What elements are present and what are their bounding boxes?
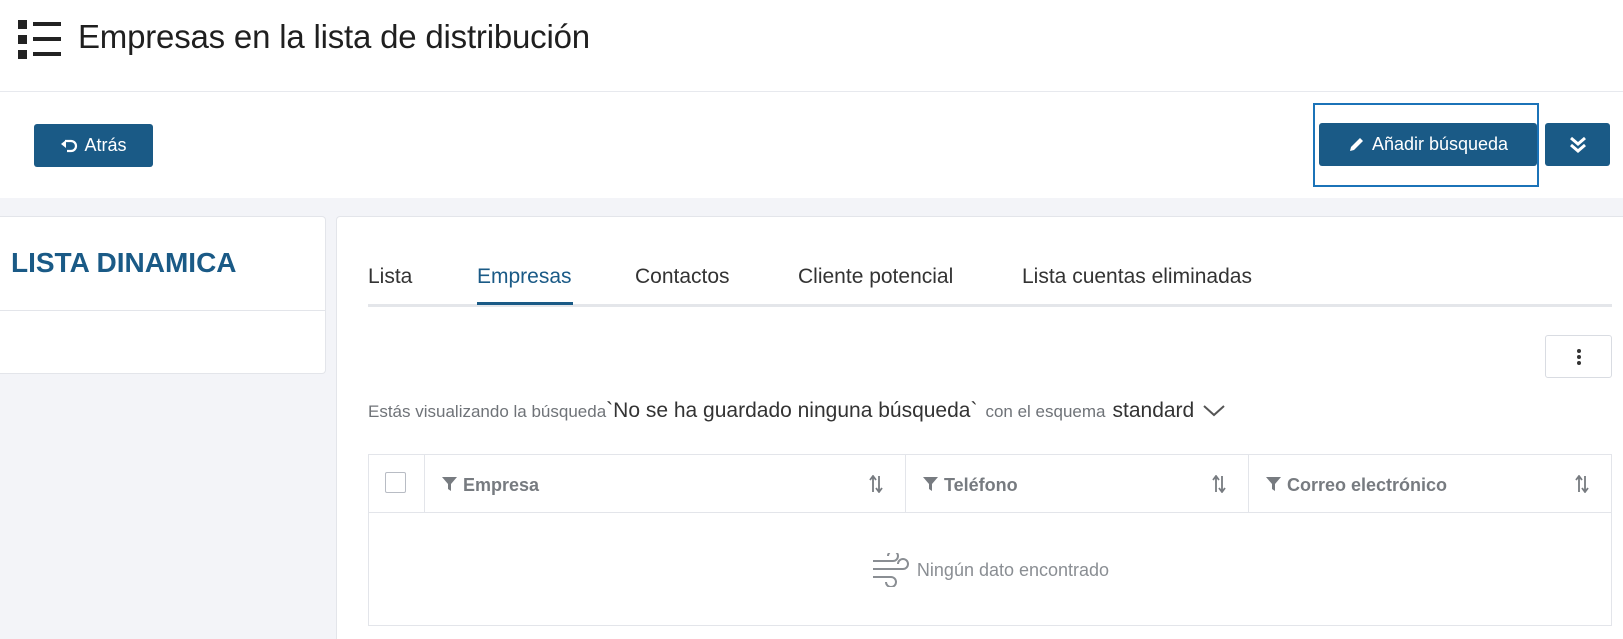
chevron-down-icon — [1203, 405, 1225, 417]
list-icon — [18, 20, 61, 59]
column-label: Correo electrónico — [1287, 475, 1448, 495]
column-header-empresa[interactable]: Empresa — [425, 455, 906, 513]
back-button[interactable]: Atrás — [34, 124, 153, 167]
add-search-button-label: Añadir búsqueda — [1371, 134, 1509, 154]
search-info-middle: con el esquema — [985, 402, 1106, 421]
tab-lista-cuentas-eliminadas[interactable]: Lista cuentas eliminadas — [1022, 265, 1252, 289]
select-all-checkbox[interactable] — [385, 472, 406, 493]
more-actions-button[interactable] — [1545, 123, 1610, 166]
search-info: Estás visualizando la búsqueda `No se ha… — [368, 399, 1226, 423]
sort-icon[interactable] — [1212, 475, 1226, 493]
undo-icon — [61, 139, 78, 152]
back-button-label: Atrás — [84, 135, 127, 155]
current-search-name: `No se ha guardado ninguna búsqueda` — [606, 399, 978, 422]
column-label: Teléfono — [944, 475, 1018, 495]
tab-contactos[interactable]: Contactos — [635, 265, 730, 289]
select-all-cell — [369, 455, 425, 513]
main-panel: Lista Empresas Contactos Cliente potenci… — [336, 216, 1623, 639]
page-header: Empresas en la lista de distribución — [0, 0, 1623, 92]
tab-empresas[interactable]: Empresas — [477, 265, 572, 289]
double-chevron-down-icon — [1569, 136, 1586, 153]
sort-icon[interactable] — [869, 475, 883, 493]
column-header-telefono[interactable]: Teléfono — [906, 455, 1249, 513]
scheme-value: standard — [1112, 399, 1195, 422]
scheme-select[interactable]: standard — [1113, 399, 1227, 423]
empty-state: Ningún dato encontrado — [369, 553, 1611, 587]
wind-icon — [872, 553, 909, 587]
add-search-button[interactable]: Añadir búsqueda — [1319, 123, 1537, 166]
divider — [0, 310, 325, 311]
kebab-menu-icon — [1576, 348, 1581, 365]
search-info-prefix: Estás visualizando la búsqueda — [368, 402, 607, 421]
tab-cliente-potencial[interactable]: Cliente potencial — [798, 265, 953, 289]
tab-bar: Lista Empresas Contactos Cliente potenci… — [368, 257, 1612, 307]
toolbar: Atrás Añadir búsqueda — [0, 92, 1623, 198]
dynamic-list-panel: LISTA DINAMICA — [0, 216, 326, 374]
sort-icon[interactable] — [1575, 475, 1589, 493]
tab-lista[interactable]: Lista — [368, 265, 412, 289]
filter-icon[interactable] — [1266, 477, 1281, 491]
filter-icon[interactable] — [923, 477, 938, 491]
page-title: Empresas en la lista de distribución — [78, 18, 590, 55]
filter-icon[interactable] — [442, 477, 457, 491]
column-header-correo[interactable]: Correo electrónico — [1249, 455, 1611, 513]
dynamic-list-title: LISTA DINAMICA — [11, 247, 237, 278]
empty-state-text: Ningún dato encontrado — [916, 559, 1110, 580]
options-menu-button[interactable] — [1545, 335, 1612, 378]
active-tab-indicator — [477, 302, 573, 305]
column-label: Empresa — [463, 475, 540, 495]
results-table: Empresa Teléfono Correo electrónico Ning… — [368, 454, 1612, 626]
table-header: Empresa Teléfono Correo electrónico — [369, 455, 1611, 513]
pencil-icon — [1349, 138, 1363, 151]
